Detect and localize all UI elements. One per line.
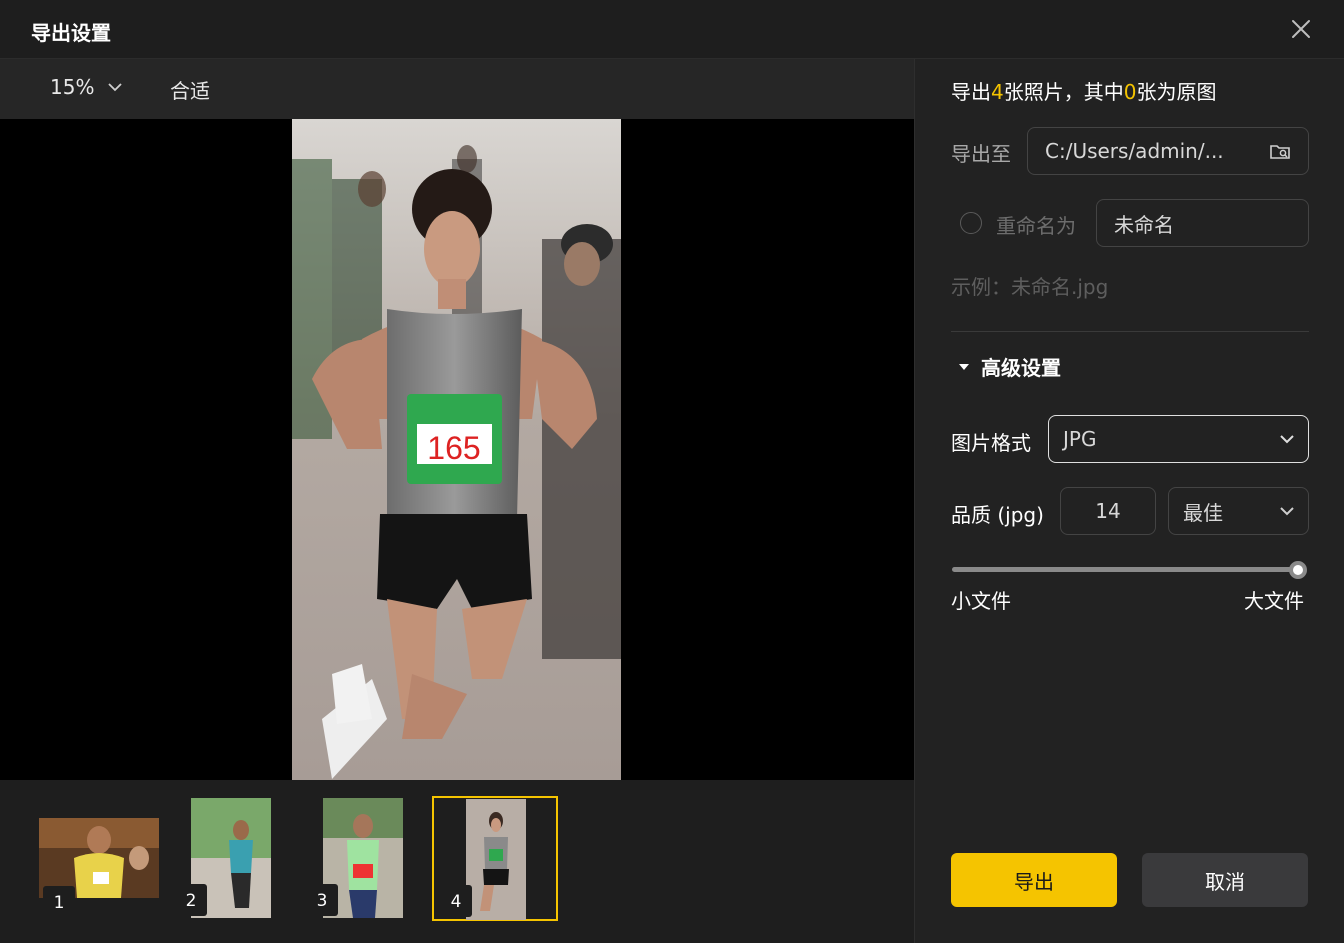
thumbnail-strip: 1 2 3 4 bbox=[0, 780, 914, 943]
thumbnail-number: 3 bbox=[306, 884, 338, 916]
rename-input[interactable]: 未命名 bbox=[1096, 199, 1309, 247]
original-count: 0 bbox=[1123, 80, 1137, 104]
export-to-label: 导出至 bbox=[951, 142, 1011, 166]
photo-preview: 165 bbox=[0, 119, 914, 780]
triangle-down-icon bbox=[959, 363, 969, 370]
filename-example: 示例：未命名.jpg bbox=[951, 275, 1109, 299]
thumbnail-number: 1 bbox=[43, 886, 75, 918]
bib-number: 165 bbox=[427, 430, 480, 466]
folder-search-icon[interactable] bbox=[1268, 140, 1292, 164]
export-summary: 导出4张照片，其中0张为原图 bbox=[951, 80, 1217, 104]
export-path-field[interactable]: C:/Users/admin/... bbox=[1027, 127, 1309, 175]
export-button[interactable]: 导出 bbox=[951, 853, 1117, 907]
quality-label: 品质 (jpg) bbox=[951, 503, 1044, 527]
photo-count: 4 bbox=[991, 80, 1004, 104]
chevron-down-icon bbox=[1280, 435, 1294, 444]
preview-pane: 15% 合适 165 1 2 3 4 bbox=[0, 59, 914, 943]
zoom-dropdown[interactable]: 15% bbox=[50, 75, 124, 99]
thumbnail-2[interactable]: 2 bbox=[175, 798, 271, 920]
settings-panel: 导出4张照片，其中0张为原图 导出至 C:/Users/admin/... 重命… bbox=[914, 59, 1344, 943]
rename-label: 重命名为 bbox=[996, 214, 1076, 238]
dialog-title: 导出设置 bbox=[31, 21, 111, 45]
quality-slider[interactable] bbox=[952, 567, 1299, 572]
cancel-button[interactable]: 取消 bbox=[1142, 853, 1308, 907]
quality-preset-select[interactable]: 最佳 bbox=[1168, 487, 1309, 535]
quality-slider-handle[interactable] bbox=[1289, 561, 1307, 579]
format-value: JPG bbox=[1063, 427, 1097, 451]
dialog-titlebar: 导出设置 bbox=[0, 0, 1344, 59]
quality-input[interactable]: 14 bbox=[1060, 487, 1156, 535]
thumbnail-4[interactable]: 4 bbox=[432, 796, 558, 921]
close-icon[interactable] bbox=[1288, 16, 1314, 42]
export-path: C:/Users/admin/... bbox=[1045, 139, 1224, 163]
thumbnail-1[interactable]: 1 bbox=[39, 818, 159, 920]
thumbnail-3[interactable]: 3 bbox=[306, 798, 403, 920]
thumbnail-image bbox=[466, 799, 526, 920]
thumbnail-number: 2 bbox=[175, 884, 207, 916]
preview-image: 165 bbox=[292, 119, 621, 780]
format-select[interactable]: JPG bbox=[1048, 415, 1309, 463]
chevron-down-icon bbox=[1280, 507, 1294, 516]
fit-button[interactable]: 合适 bbox=[170, 75, 210, 104]
section-divider bbox=[951, 331, 1309, 332]
advanced-settings-toggle[interactable]: 高级设置 bbox=[957, 352, 1061, 381]
format-label: 图片格式 bbox=[951, 431, 1031, 455]
slider-max-label: 大文件 bbox=[1244, 589, 1304, 613]
rename-radio[interactable] bbox=[960, 212, 982, 234]
slider-min-label: 小文件 bbox=[951, 589, 1011, 613]
preview-toolbar: 15% 合适 bbox=[0, 59, 914, 119]
chevron-down-icon bbox=[108, 83, 123, 92]
thumbnail-number: 4 bbox=[440, 885, 472, 917]
zoom-level: 15% bbox=[50, 75, 95, 99]
